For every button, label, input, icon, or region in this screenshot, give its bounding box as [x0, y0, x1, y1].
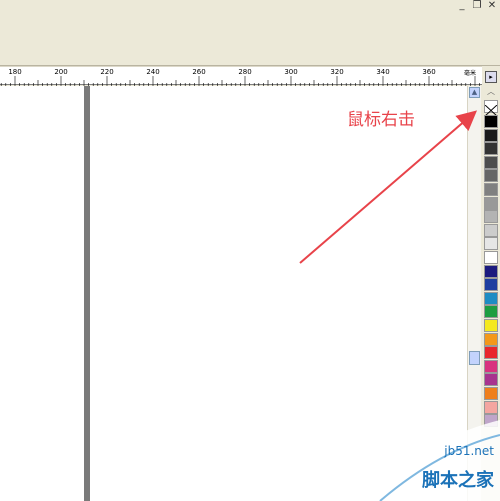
watermark: jb51.net 脚本之家 — [300, 400, 500, 501]
watermark-domain: jb51.net — [444, 444, 494, 458]
watermark-site: 脚本之家 — [422, 470, 494, 491]
